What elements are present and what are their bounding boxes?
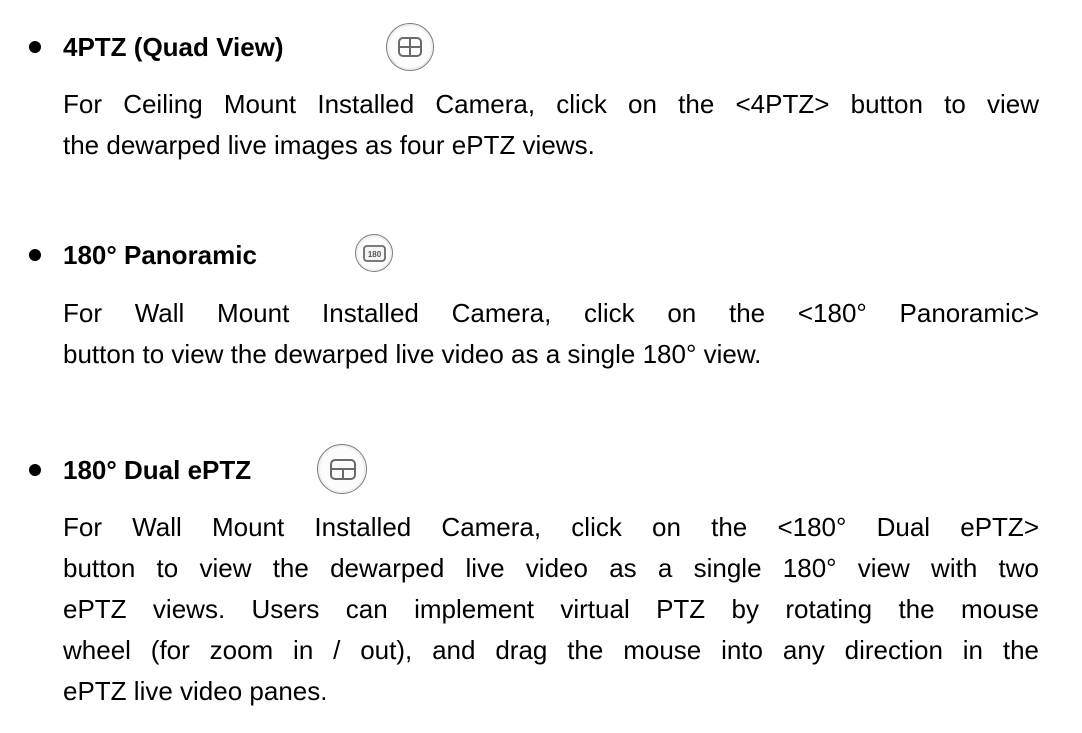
description-line: For Wall Mount Installed Camera, click o… [63,512,1039,542]
description-line: For Ceiling Mount Installed Camera, clic… [63,89,1039,119]
description-line: ePTZ views. Users can implement virtual … [63,594,1039,624]
description-line: button to view the dewarped live video a… [63,339,762,369]
section-title: 180° Panoramic [63,240,257,270]
bullet [29,249,41,261]
section-description: For Wall Mount Installed Camera, click o… [63,293,1039,375]
panoramic-180-icon[interactable]: 180 [355,234,393,272]
quad-view-icon[interactable] [386,23,434,71]
section-title: 4PTZ (Quad View) [63,32,284,62]
section-description: For Wall Mount Installed Camera, click o… [63,507,1039,712]
panoramic-icon-label: 180 [368,250,382,259]
bullet [29,464,41,476]
bullet [29,41,41,53]
section-title: 180° Dual ePTZ [63,455,252,485]
section-description: For Ceiling Mount Installed Camera, clic… [63,84,1039,166]
description-line: ePTZ live video panes. [63,676,328,706]
description-line: For Wall Mount Installed Camera, click o… [63,298,1039,328]
description-line: wheel (for zoom in / out), and drag the … [63,635,1039,665]
dual-eptz-icon[interactable] [317,444,367,494]
description-line: button to view the dewarped live video a… [63,553,1039,583]
description-line: the dewarped live images as four ePTZ vi… [63,130,595,160]
